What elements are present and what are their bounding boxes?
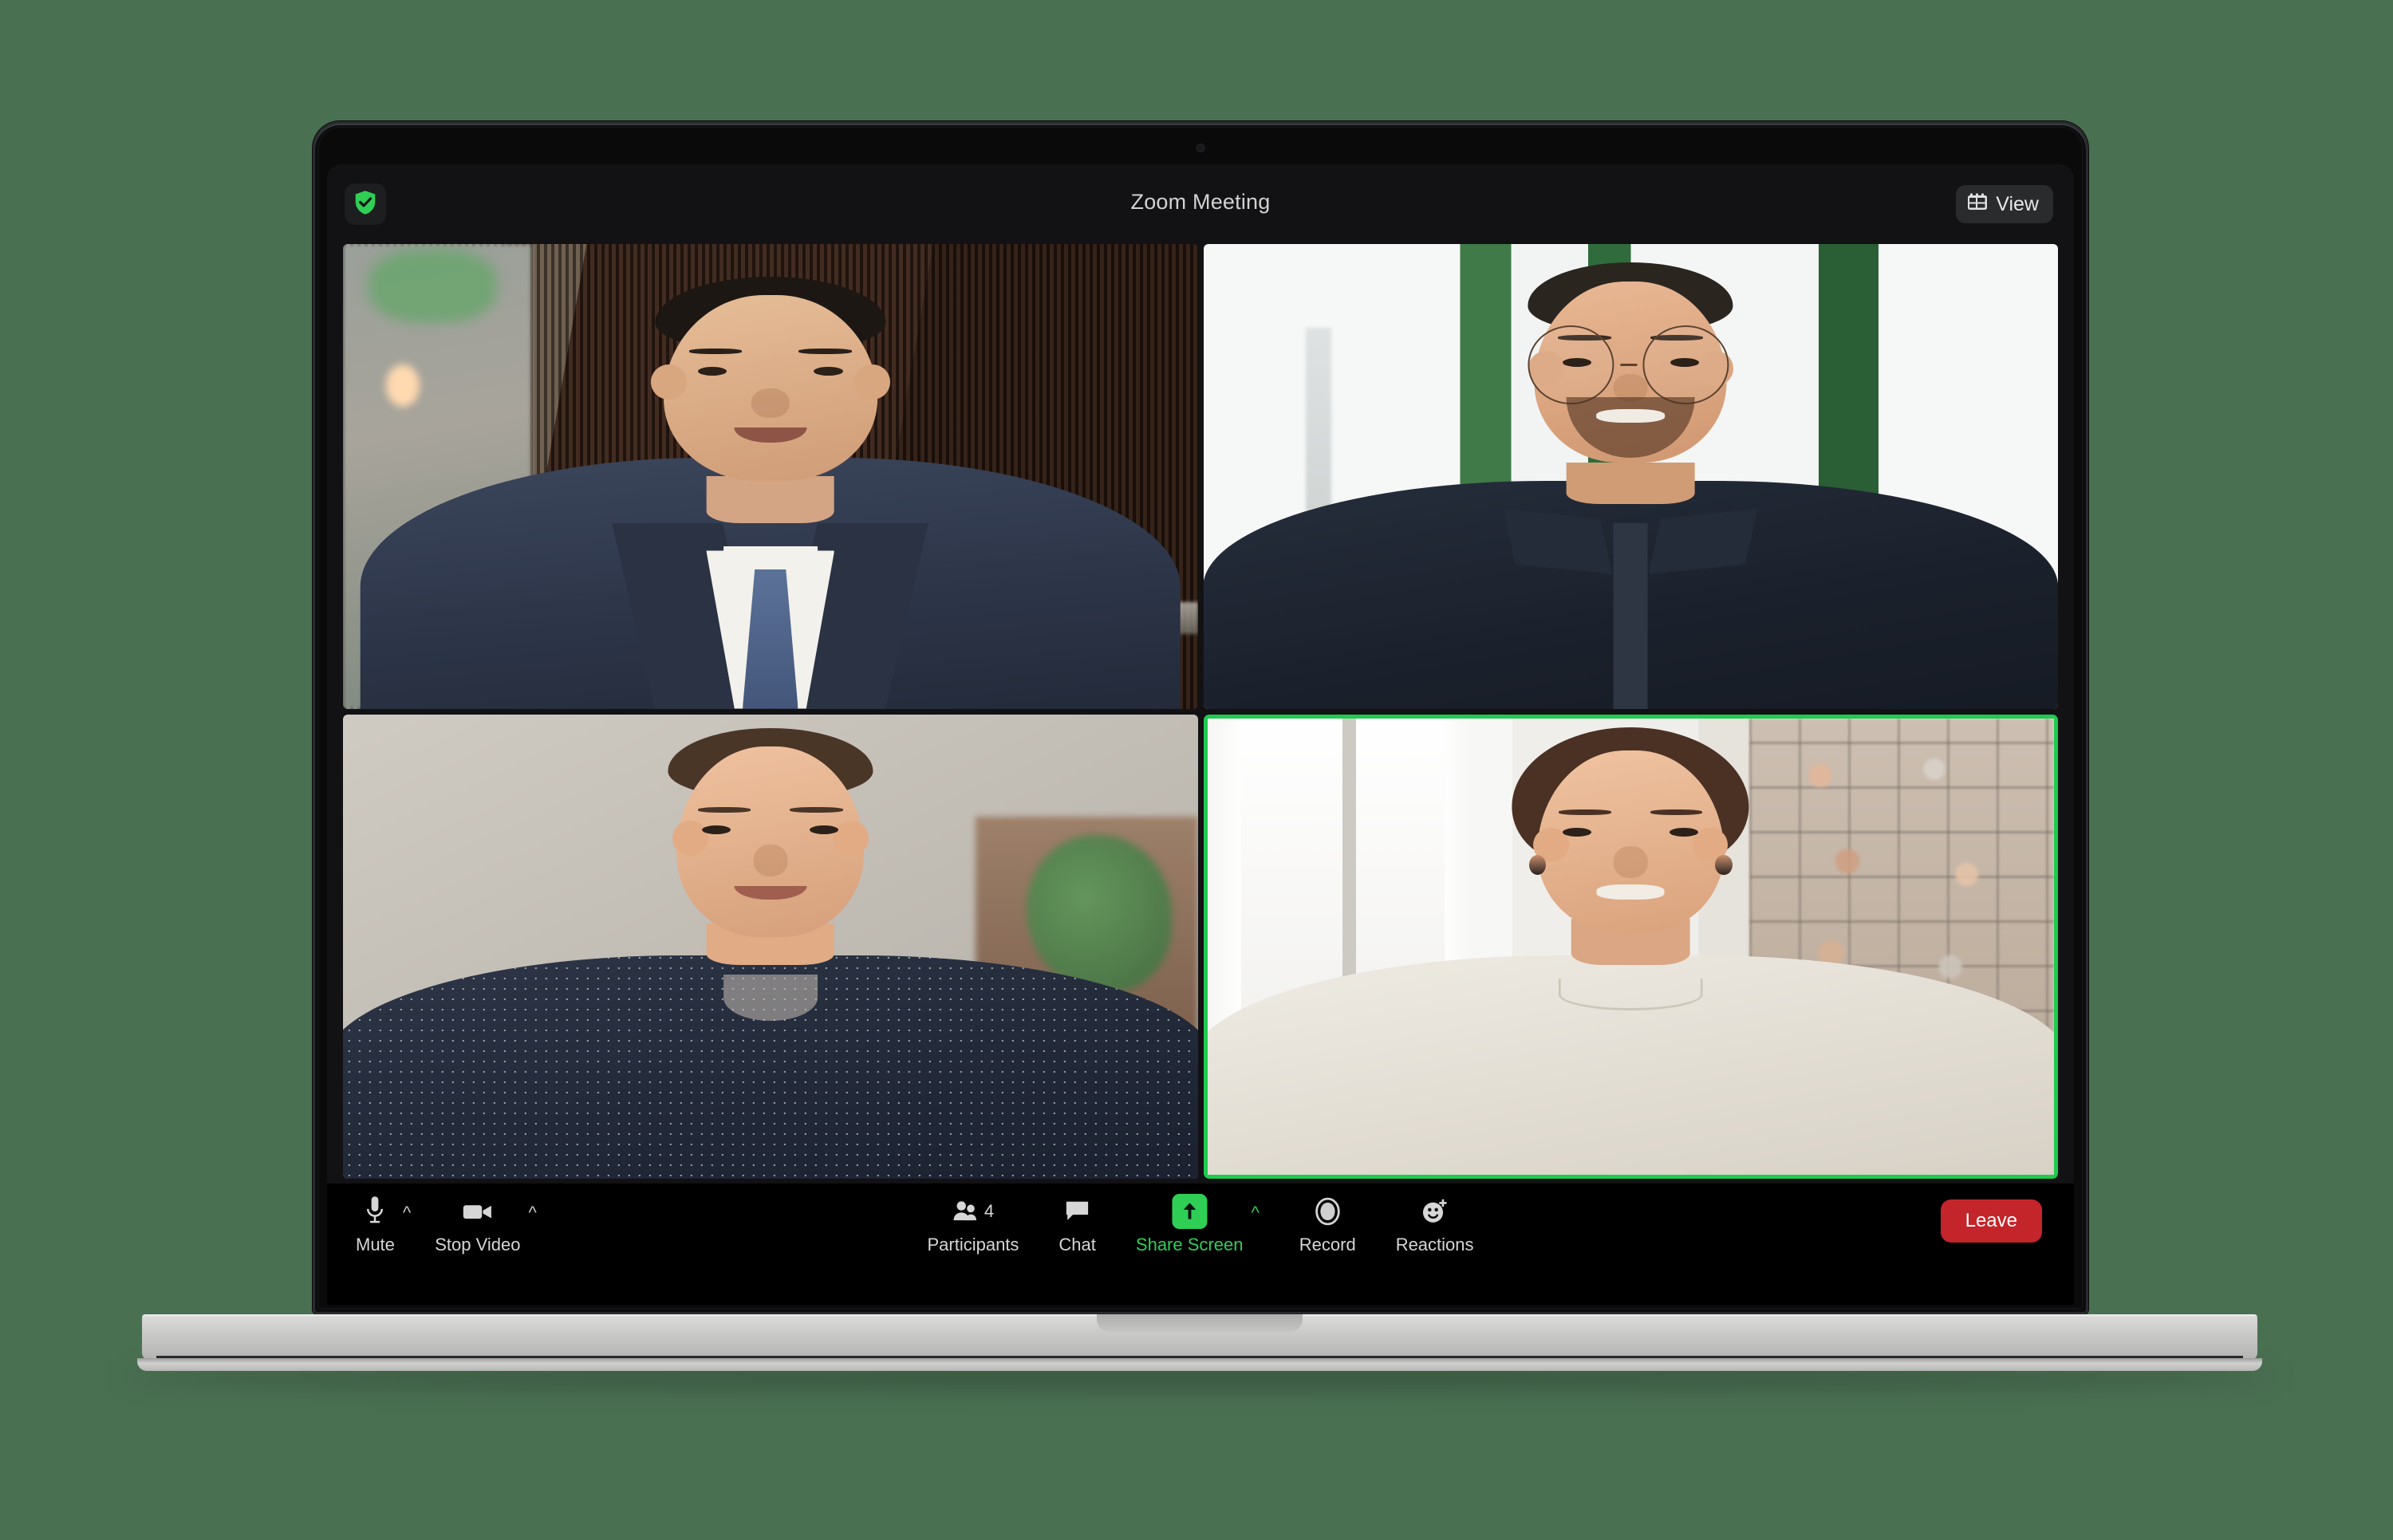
video-feed <box>343 244 1198 709</box>
view-button-label: View <box>1996 192 2039 215</box>
laptop-base-notch <box>1097 1314 1303 1332</box>
record-circle-icon <box>1314 1193 1341 1230</box>
view-button[interactable]: View <box>1956 185 2053 223</box>
leave-button[interactable]: Leave <box>1940 1199 2042 1243</box>
share-screen-control-group: Share Screen ^ <box>1136 1193 1260 1255</box>
screen-display: Zoom Meeting View Mute ^ Stop Video ^ 4 … <box>327 164 2074 1305</box>
participant-figure <box>343 715 1198 1179</box>
chat-button[interactable]: Chat <box>1059 1193 1096 1255</box>
participants-count: 4 <box>984 1201 995 1221</box>
page-title: Zoom Meeting <box>1130 190 1271 214</box>
mute-button[interactable]: Mute <box>356 1193 395 1255</box>
stop-video-chevron-up-icon[interactable]: ^ <box>529 1204 537 1222</box>
video-tile-participant-2[interactable] <box>1203 244 2058 709</box>
microphone-icon <box>365 1193 385 1230</box>
share-screen-button[interactable]: Share Screen <box>1135 1193 1244 1255</box>
laptop-base <box>142 1314 2257 1361</box>
video-tile-participant-4-active-speaker[interactable] <box>1203 714 2058 1179</box>
video-gallery-grid <box>343 244 2058 1184</box>
mute-label: Mute <box>356 1235 395 1254</box>
reactions-button[interactable]: Reactions <box>1396 1193 1474 1255</box>
participant-figure <box>1203 244 2058 709</box>
stop-video-label: Stop Video <box>435 1235 521 1254</box>
participant-figure <box>343 244 1198 709</box>
share-screen-chevron-up-icon[interactable]: ^ <box>1251 1204 1259 1222</box>
mute-control-group: Mute ^ <box>356 1193 411 1255</box>
share-screen-label: Share Screen <box>1135 1235 1244 1254</box>
smiley-plus-icon <box>1421 1193 1449 1230</box>
titlebar: Zoom Meeting View <box>327 164 2074 244</box>
share-arrow-up-icon <box>1172 1193 1208 1230</box>
earring-right <box>1715 855 1733 876</box>
video-feed <box>343 714 1198 1179</box>
toolbar-center-group: 4 Participants Chat Share Screen ^ Recor… <box>927 1193 1474 1255</box>
stop-video-control-group: Stop Video ^ <box>435 1193 537 1255</box>
record-label: Record <box>1299 1235 1356 1254</box>
participants-label: Participants <box>927 1235 1019 1254</box>
toolbar-left-group: Mute ^ Stop Video ^ <box>356 1193 537 1255</box>
reactions-label: Reactions <box>1395 1235 1474 1254</box>
video-tile-participant-3[interactable] <box>343 714 1198 1179</box>
participants-button[interactable]: 4 Participants <box>927 1193 1019 1255</box>
participant-figure <box>1207 719 2054 1175</box>
record-button[interactable]: Record <box>1299 1193 1356 1255</box>
video-feed <box>1207 718 2054 1175</box>
zoom-meeting-window: Zoom Meeting View Mute ^ Stop Video ^ 4 … <box>327 164 2074 1305</box>
people-icon: 4 <box>952 1193 994 1230</box>
webcam-icon <box>1196 144 1205 152</box>
chat-bubble-icon <box>1064 1193 1091 1230</box>
stop-video-button[interactable]: Stop Video <box>435 1193 521 1255</box>
laptop-base-lip <box>137 1358 2262 1371</box>
meeting-toolbar: Mute ^ Stop Video ^ 4 Participants Chat … <box>327 1184 2074 1305</box>
video-tile-participant-1[interactable] <box>343 244 1198 709</box>
toolbar-right-group: Leave <box>1940 1199 2042 1243</box>
video-feed <box>1203 244 2058 709</box>
video-camera-icon <box>462 1193 494 1230</box>
laptop-device: Zoom Meeting View Mute ^ Stop Video ^ 4 … <box>0 0 2393 1540</box>
webcam-bar <box>313 128 2088 163</box>
grid-layout-icon <box>1967 193 1988 216</box>
mute-chevron-up-icon[interactable]: ^ <box>403 1204 411 1222</box>
chat-label: Chat <box>1059 1235 1096 1254</box>
laptop-screen-lid: Zoom Meeting View Mute ^ Stop Video ^ 4 … <box>313 121 2088 1314</box>
